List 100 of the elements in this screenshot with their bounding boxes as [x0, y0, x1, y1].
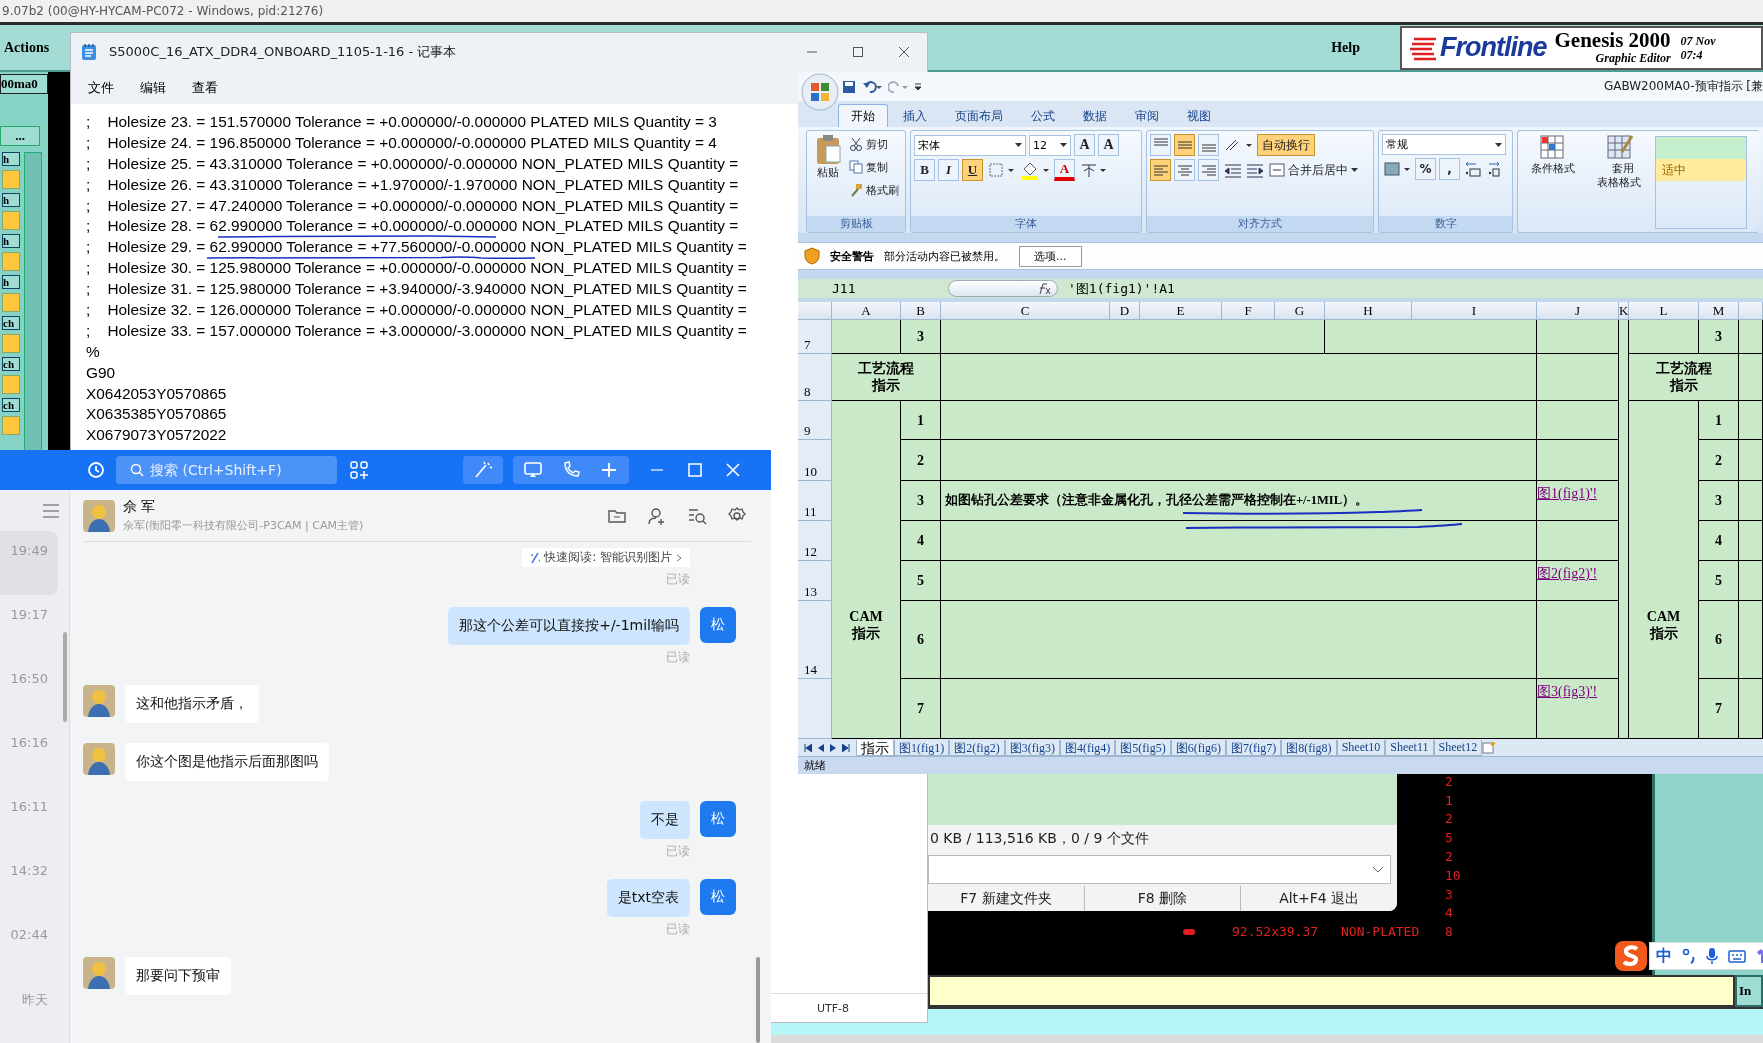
column-header[interactable]: E: [1140, 302, 1222, 320]
formula-field[interactable]: '图1(fig1)'!A1: [1068, 279, 1175, 298]
customize-caret-icon[interactable]: [914, 81, 922, 92]
search-field[interactable]: 搜索 (Ctrl+Shift+F): [116, 456, 337, 484]
apps-icon[interactable]: [349, 460, 369, 480]
next-sheet-icon[interactable]: [830, 743, 836, 752]
name-box[interactable]: J11: [798, 281, 948, 296]
grow-font-button[interactable]: A: [1074, 134, 1095, 156]
align-center-button[interactable]: [1174, 159, 1195, 181]
tool-button[interactable]: ch: [2, 316, 20, 330]
row-header[interactable]: 9: [798, 401, 832, 440]
row-header[interactable]: 14: [798, 601, 832, 679]
sheet-tab[interactable]: 指示: [856, 739, 894, 756]
more-button[interactable]: ...: [0, 126, 40, 146]
decimal-increase-icon[interactable]: [1463, 159, 1483, 179]
keyboard-icon[interactable]: [1728, 949, 1746, 963]
row-header[interactable]: 13: [798, 561, 832, 601]
sheet-tab[interactable]: Sheet11: [1385, 739, 1434, 756]
undo-icon[interactable]: [862, 79, 882, 94]
menu-item[interactable]: 查看: [179, 78, 231, 97]
sheet-tab[interactable]: 图1(fig1): [894, 739, 950, 756]
number-style-button[interactable]: ,: [1439, 158, 1460, 180]
menu-item[interactable]: Actions: [0, 39, 54, 56]
options-button[interactable]: 选项...: [1019, 245, 1082, 267]
merge-center-button[interactable]: 合并后居中: [1269, 160, 1358, 180]
punctuation-icon[interactable]: [1682, 948, 1696, 964]
align-middle-button[interactable]: [1174, 134, 1195, 156]
tool-button[interactable]: h: [2, 275, 20, 289]
add-user-icon[interactable]: [647, 505, 667, 526]
column-header[interactable]: F: [1222, 302, 1275, 320]
clipboard-action[interactable]: 复制: [849, 157, 899, 177]
shrink-font-button[interactable]: A: [1098, 134, 1119, 156]
align-bottom-button[interactable]: [1198, 134, 1219, 156]
row-header[interactable]: 10: [798, 440, 832, 481]
row-header[interactable]: 7: [798, 320, 832, 354]
clipboard-action[interactable]: 格式刷: [849, 180, 899, 200]
ime-logo-icon[interactable]: [1613, 939, 1649, 973]
cell-style-swatch[interactable]: 适中: [1656, 159, 1746, 181]
ribbon-tab[interactable]: 公式: [1018, 104, 1068, 127]
align-left-button[interactable]: [1150, 159, 1171, 181]
scrollbar[interactable]: [756, 957, 760, 1043]
cell-style-swatch[interactable]: [1656, 137, 1746, 159]
input-button[interactable]: In: [1735, 975, 1763, 1007]
number-style-button[interactable]: %: [1415, 158, 1436, 180]
clipboard-action[interactable]: 剪切: [849, 134, 899, 154]
menu-icon[interactable]: [42, 504, 60, 518]
sheet-tab[interactable]: 图2(fig2): [949, 739, 1005, 756]
maximize-icon[interactable]: [852, 46, 864, 58]
column-header[interactable]: L: [1629, 302, 1699, 320]
menu-item[interactable]: 文件: [75, 78, 127, 97]
select-all-corner[interactable]: [798, 302, 832, 320]
cell-link[interactable]: 图2(fig2)'!: [1537, 565, 1598, 582]
conditional-format-button[interactable]: 条件格式: [1521, 134, 1585, 229]
sheet-tab[interactable]: Sheet10: [1336, 739, 1386, 756]
sheet-tab[interactable]: 图7(fig7): [1225, 739, 1282, 756]
row-header[interactable]: 8: [798, 354, 832, 401]
font-size-dropdown[interactable]: 12: [1029, 134, 1071, 156]
format-button[interactable]: U: [962, 159, 983, 181]
phone-icon[interactable]: [561, 460, 581, 480]
command-field[interactable]: [928, 975, 1735, 1007]
sheet-tab[interactable]: 图6(fig6): [1170, 739, 1226, 756]
column-header[interactable]: G: [1275, 302, 1325, 320]
menu-item[interactable]: Help: [1327, 39, 1364, 56]
screen-share-icon[interactable]: [523, 460, 543, 480]
input-mode[interactable]: 中: [1656, 945, 1672, 967]
redo-icon[interactable]: [888, 79, 908, 94]
ribbon-tab[interactable]: 开始: [838, 104, 888, 127]
history-icon[interactable]: [86, 460, 106, 480]
format-button[interactable]: I: [938, 159, 959, 181]
format-button[interactable]: B: [914, 159, 935, 181]
font-name-dropdown[interactable]: 宋体: [914, 134, 1026, 156]
maximize-icon[interactable]: [685, 460, 705, 480]
number-format-dropdown[interactable]: 常规: [1382, 134, 1506, 155]
function-button[interactable]: [948, 280, 1058, 297]
column-header[interactable]: H: [1325, 302, 1412, 320]
sheet-tab[interactable]: 图8(fig8): [1281, 739, 1337, 756]
first-sheet-icon[interactable]: [804, 743, 812, 752]
ribbon-tab[interactable]: 视图: [1174, 104, 1224, 127]
tool-button[interactable]: h: [2, 234, 20, 248]
column-header[interactable]: J: [1537, 302, 1619, 320]
tool-button[interactable]: ch: [2, 357, 20, 371]
column-header[interactable]: C: [941, 302, 1110, 320]
sheet-tab[interactable]: 图3(fig3): [1004, 739, 1060, 756]
sheet-tab[interactable]: Sheet12: [1433, 739, 1483, 756]
microphone-icon[interactable]: [1706, 947, 1718, 965]
row-header[interactable]: 11: [798, 481, 832, 521]
tool-button[interactable]: h: [2, 193, 20, 207]
ribbon-tab[interactable]: 页面布局: [942, 104, 1016, 127]
cell-link[interactable]: 图3(fig3)'!: [1537, 683, 1598, 700]
font-color-button[interactable]: A: [1054, 159, 1075, 181]
column-header[interactable]: M: [1699, 302, 1739, 320]
column-header[interactable]: I: [1412, 302, 1537, 320]
paste-button[interactable]: 粘贴: [810, 134, 846, 213]
previous-sheet-icon[interactable]: [818, 743, 824, 752]
ribbon-tab[interactable]: 审阅: [1122, 104, 1172, 127]
last-sheet-icon[interactable]: [842, 743, 850, 752]
column-header[interactable]: B: [901, 302, 941, 320]
menu-item[interactable]: 编辑: [127, 78, 179, 97]
tool-button[interactable]: ch: [2, 398, 20, 412]
column-header[interactable]: D: [1110, 302, 1140, 320]
